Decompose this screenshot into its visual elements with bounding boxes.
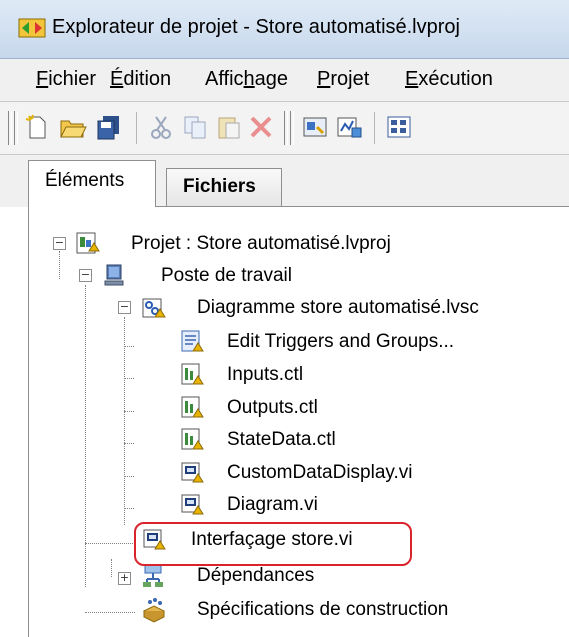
toolbar-grip[interactable] [14, 111, 18, 145]
copy-icon[interactable] [180, 112, 210, 142]
save-all-icon[interactable] [93, 112, 123, 142]
new-icon[interactable] [22, 112, 52, 142]
toolbar-grip[interactable] [284, 111, 288, 145]
add-file-icon[interactable] [300, 112, 330, 142]
highlight-box [134, 522, 412, 566]
tree-item-build-specs[interactable]: Spécifications de construction [197, 599, 448, 621]
menu-edition[interactable]: Édition [110, 68, 171, 91]
paste-icon[interactable] [214, 112, 244, 142]
tab-elements[interactable]: Éléments [28, 160, 156, 207]
cut-icon[interactable] [146, 112, 176, 142]
collapse-toggle[interactable]: − [118, 301, 131, 314]
dependencies-icon [143, 564, 163, 587]
statechart-icon [142, 298, 166, 318]
tree-item-project[interactable]: Projet : Store automatisé.lvproj [131, 233, 391, 255]
toolbar [0, 102, 569, 155]
menu-affichage[interactable]: Affichage [205, 68, 288, 91]
labview-app-icon [18, 18, 46, 38]
menu-projet[interactable]: Projet [317, 68, 369, 91]
menu-fichier[interactable]: Fichier [36, 68, 96, 91]
ctl-file-icon [181, 396, 204, 418]
view-icon[interactable] [384, 112, 414, 142]
vi-file-icon [181, 494, 204, 515]
tree-item-statechart[interactable]: Diagramme store automatisé.lvsc [197, 297, 479, 319]
tree-item-statedata[interactable]: StateData.ctl [227, 429, 336, 451]
tab-files[interactable]: Fichiers [166, 168, 282, 206]
toolbar-separator [136, 112, 137, 144]
ctl-file-icon [181, 363, 204, 385]
computer-icon [104, 264, 124, 286]
build-specs-icon [142, 598, 166, 623]
project-icon [76, 232, 100, 254]
tree-item-edit-triggers[interactable]: Edit Triggers and Groups... [227, 331, 454, 353]
project-tree[interactable]: − Projet : Store automatisé.lvproj − Pos… [28, 206, 569, 637]
vi-file-icon [181, 462, 204, 483]
toolbar-grip[interactable] [290, 111, 294, 145]
tree-item-inputs[interactable]: Inputs.ctl [227, 364, 303, 386]
title-bar: Explorateur de projet - Store automatisé… [0, 0, 569, 59]
open-icon[interactable] [58, 112, 88, 142]
collapse-toggle[interactable]: − [53, 237, 66, 250]
tree-item-diagram[interactable]: Diagram.vi [227, 494, 318, 516]
tab-bar: Éléments Fichiers [0, 155, 569, 207]
edit-triggers-icon [181, 330, 204, 352]
menu-bar: Fichier Édition Affichage Projet Exécuti… [0, 59, 569, 102]
window-title: Explorateur de projet - Store automatisé… [52, 16, 460, 38]
delete-icon[interactable] [246, 112, 276, 142]
expand-toggle[interactable]: + [118, 572, 131, 585]
toolbar-grip[interactable] [8, 111, 12, 145]
add-vi-icon[interactable] [334, 112, 364, 142]
tree-item-workstation[interactable]: Poste de travail [161, 265, 292, 287]
toolbar-separator [374, 112, 375, 144]
collapse-toggle[interactable]: − [79, 269, 92, 282]
tree-item-customdisplay[interactable]: CustomDataDisplay.vi [227, 462, 412, 484]
menu-execution[interactable]: Exécution [405, 68, 493, 91]
tree-item-dependencies[interactable]: Dépendances [197, 565, 314, 587]
ctl-file-icon [181, 428, 204, 450]
tree-item-outputs[interactable]: Outputs.ctl [227, 397, 318, 419]
